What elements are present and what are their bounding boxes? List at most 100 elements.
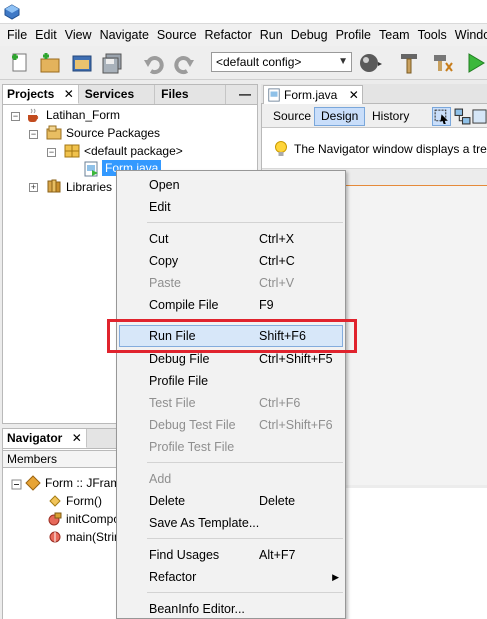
config-dropdown[interactable]: <default config> ▼ bbox=[211, 52, 352, 72]
form-file-icon bbox=[84, 161, 98, 177]
menu-item-paste: Paste Ctrl+V bbox=[117, 272, 345, 294]
navigator-hint-text: The Navigator window displays a tree hi bbox=[294, 142, 487, 156]
expand-icon[interactable]: + bbox=[29, 183, 38, 192]
preview-design-icon[interactable] bbox=[472, 108, 487, 125]
menu-edit[interactable]: Edit bbox=[31, 24, 61, 46]
menu-item-shortcut: Ctrl+C bbox=[259, 254, 295, 268]
save-all-icon[interactable] bbox=[100, 51, 124, 75]
menu-item-find-usages[interactable]: Find Usages Alt+F7 bbox=[117, 544, 345, 566]
menu-item-copy[interactable]: Copy Ctrl+C bbox=[117, 250, 345, 272]
form-file-icon bbox=[268, 88, 280, 102]
menu-tools[interactable]: Tools bbox=[414, 24, 451, 46]
new-project-icon[interactable] bbox=[38, 51, 62, 75]
menu-item-shortcut: Alt+F7 bbox=[259, 548, 296, 562]
menu-item-cut[interactable]: Cut Ctrl+X bbox=[117, 228, 345, 250]
menu-item-debug-test-file: Debug Test File Ctrl+Shift+F6 bbox=[117, 414, 345, 436]
close-icon[interactable]: ✕ bbox=[72, 431, 82, 445]
open-project-icon[interactable] bbox=[70, 51, 94, 75]
menu-item-profile-file[interactable]: Profile File bbox=[117, 370, 345, 392]
collapse-icon[interactable]: − bbox=[11, 112, 20, 121]
constructor-icon bbox=[49, 495, 61, 507]
menu-item-shortcut: Ctrl+Shift+F6 bbox=[259, 418, 333, 432]
menu-item-label: Profile File bbox=[149, 374, 209, 388]
tab-files[interactable]: Files bbox=[155, 85, 226, 104]
menu-window[interactable]: Window bbox=[451, 24, 487, 46]
menu-item-label: Delete bbox=[149, 494, 186, 508]
menu-item-edit[interactable]: Edit bbox=[117, 196, 345, 218]
menu-debug[interactable]: Debug bbox=[287, 24, 332, 46]
menu-run[interactable]: Run bbox=[256, 24, 287, 46]
menu-navigate[interactable]: Navigate bbox=[96, 24, 153, 46]
design-form[interactable] bbox=[345, 185, 487, 485]
menu-item-delete[interactable]: Delete Delete bbox=[117, 490, 345, 512]
menu-profile[interactable]: Profile bbox=[332, 24, 375, 46]
menu-item-shortcut: F9 bbox=[259, 298, 274, 312]
tab-navigator[interactable]: Navigator ✕ bbox=[3, 429, 87, 448]
menu-item-beaninfo-editor[interactable]: BeanInfo Editor... bbox=[117, 598, 345, 619]
nav-item-main[interactable]: main(Strin bbox=[66, 528, 121, 546]
menu-file[interactable]: File bbox=[3, 24, 31, 46]
menu-separator bbox=[147, 462, 343, 463]
chevron-down-icon: ▼ bbox=[338, 56, 348, 67]
java-project-icon bbox=[28, 108, 39, 122]
minimize-icon[interactable]: — bbox=[239, 85, 251, 103]
collapse-icon[interactable] bbox=[9, 477, 25, 493]
new-file-icon[interactable] bbox=[8, 51, 32, 75]
tab-form-java-label: Form.java bbox=[284, 88, 338, 102]
tab-projects-label: Projects bbox=[7, 87, 55, 101]
collapse-icon[interactable]: − bbox=[29, 130, 38, 139]
config-value: <default config> bbox=[216, 55, 302, 69]
clean-icon[interactable] bbox=[430, 51, 454, 75]
redo-icon[interactable] bbox=[172, 51, 196, 75]
nav-item-constructor[interactable]: Form() bbox=[66, 492, 102, 510]
annotation-highlight-box bbox=[107, 319, 357, 353]
menu-item-shortcut: Ctrl+V bbox=[259, 276, 295, 290]
tab-form-java[interactable]: Form.java ✕ bbox=[263, 85, 363, 105]
build-icon[interactable] bbox=[398, 51, 422, 75]
nav-item-class[interactable]: Form :: JFram bbox=[45, 474, 120, 492]
menu-item-shortcut: Ctrl+X bbox=[259, 232, 295, 246]
projects-tab-row: Projects ✕ Services Files — bbox=[3, 85, 257, 105]
menu-item-label: Open bbox=[149, 178, 180, 192]
run-icon[interactable] bbox=[463, 51, 487, 75]
menu-item-label: Edit bbox=[149, 200, 171, 214]
menu-refactor[interactable]: Refactor bbox=[201, 24, 256, 46]
package-icon bbox=[64, 144, 80, 158]
menu-bar: File Edit View Navigate Source Refactor … bbox=[0, 24, 487, 46]
menu-item-label: Debug Test File bbox=[149, 418, 236, 432]
clean-build-icon[interactable] bbox=[358, 51, 382, 75]
undo-icon[interactable] bbox=[142, 51, 166, 75]
source-view-button[interactable]: Source bbox=[266, 107, 318, 126]
tree-item-source-packages[interactable]: Source Packages bbox=[66, 124, 160, 142]
menu-item-label: Find Usages bbox=[149, 548, 220, 562]
tree-item-project[interactable]: Latihan_Form bbox=[46, 106, 120, 124]
menu-item-save-as-template[interactable]: Save As Template... bbox=[117, 512, 345, 534]
collapse-icon[interactable]: − bbox=[47, 148, 56, 157]
tree-item-libraries[interactable]: Libraries bbox=[66, 178, 112, 196]
connection-mode-icon[interactable] bbox=[454, 108, 471, 125]
menu-item-open[interactable]: Open bbox=[117, 174, 345, 196]
close-icon[interactable]: ✕ bbox=[64, 87, 74, 101]
tab-projects[interactable]: Projects ✕ bbox=[3, 85, 79, 104]
members-filter-dropdown[interactable]: Members bbox=[2, 450, 120, 468]
menu-item-shortcut: Delete bbox=[259, 494, 296, 508]
tree-item-default-package[interactable]: <default package> bbox=[84, 142, 183, 160]
navigator-hint: The Navigator window displays a tree hi bbox=[262, 132, 487, 166]
history-view-button[interactable]: History bbox=[365, 107, 416, 126]
close-icon[interactable]: ✕ bbox=[349, 88, 359, 102]
design-view-button[interactable]: Design bbox=[314, 107, 366, 126]
menu-item-test-file: Test File Ctrl+F6 bbox=[117, 392, 345, 414]
tab-services[interactable]: Services bbox=[79, 85, 156, 104]
menu-view[interactable]: View bbox=[61, 24, 96, 46]
menu-item-refactor[interactable]: Refactor ▶ bbox=[117, 566, 345, 588]
menu-item-label: Refactor bbox=[149, 570, 197, 584]
lightbulb-icon bbox=[275, 141, 287, 156]
context-menu: Open Edit Cut Ctrl+X Copy Ctrl+C Paste Ctrl… bbox=[116, 170, 346, 619]
menu-separator bbox=[147, 538, 343, 539]
menu-source[interactable]: Source bbox=[153, 24, 201, 46]
menu-item-compile-file[interactable]: Compile File F9 bbox=[117, 294, 345, 316]
menu-team[interactable]: Team bbox=[375, 24, 414, 46]
selection-mode-icon[interactable] bbox=[432, 107, 451, 126]
private-method-icon bbox=[48, 512, 62, 526]
menu-item-label: Test File bbox=[149, 396, 196, 410]
